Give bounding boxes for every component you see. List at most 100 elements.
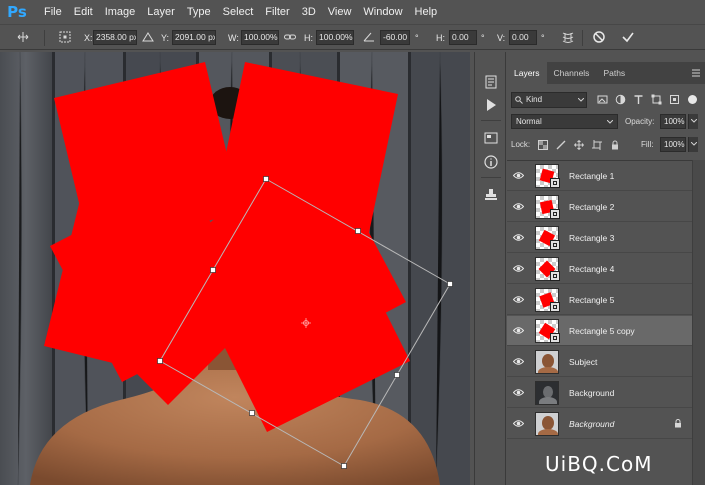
menu-view[interactable]: View (322, 0, 358, 24)
smart-object-icon (550, 302, 560, 312)
document-canvas[interactable] (0, 52, 470, 485)
lock-label: Lock: (511, 140, 531, 149)
fill-field[interactable]: 100% (660, 137, 686, 152)
layer-row[interactable]: Subject (507, 347, 692, 377)
smart-object-filter-icon[interactable] (669, 94, 680, 105)
layer-name[interactable]: Background (569, 378, 614, 408)
menu-help[interactable]: Help (409, 0, 444, 24)
width-field[interactable]: 100.00% (241, 30, 279, 45)
menu-filter[interactable]: Filter (259, 0, 295, 24)
layer-row[interactable]: Background (507, 409, 692, 439)
transform-handle[interactable] (210, 267, 216, 273)
layer-name[interactable]: Rectangle 3 (569, 223, 614, 253)
menu-image[interactable]: Image (99, 0, 142, 24)
filter-toggle-icon[interactable] (687, 94, 698, 105)
v-skew-label: V: (497, 33, 506, 43)
visibility-eye-icon[interactable] (513, 295, 524, 304)
y-label: Y: (161, 33, 170, 43)
lock-artboard-icon[interactable] (592, 140, 602, 150)
fill-dropdown[interactable] (688, 137, 698, 152)
v-skew-field[interactable]: 0.00 (509, 30, 537, 45)
commit-icon[interactable] (621, 30, 635, 44)
smart-object-icon (550, 178, 560, 188)
link-icon[interactable] (283, 30, 297, 44)
move-tool-icon[interactable] (16, 30, 30, 44)
kind-filter-label: Kind (526, 95, 543, 104)
shape-layer-filter-icon[interactable] (651, 94, 662, 105)
transform-handle[interactable] (263, 176, 269, 182)
transform-handle[interactable] (157, 358, 163, 364)
blend-mode-dropdown[interactable]: Normal (511, 114, 618, 129)
chevron-down-icon (691, 142, 697, 146)
adjustment-layer-filter-icon[interactable] (615, 94, 626, 105)
menu-type[interactable]: Type (181, 0, 217, 24)
y-position-field[interactable]: 2091.00 px (172, 30, 216, 45)
layer-name[interactable]: Background (569, 409, 614, 439)
app-logo: Ps (7, 3, 27, 21)
menu-edit[interactable]: Edit (68, 0, 99, 24)
warp-icon[interactable] (561, 30, 575, 44)
clone-source-icon[interactable] (483, 186, 499, 202)
reference-point-icon[interactable] (58, 30, 72, 44)
layer-row[interactable]: Rectangle 5 (507, 285, 692, 315)
layer-row[interactable]: Background (507, 378, 692, 408)
info-icon[interactable] (483, 154, 499, 170)
layer-name[interactable]: Rectangle 5 (569, 285, 614, 315)
layer-name[interactable]: Rectangle 4 (569, 254, 614, 284)
visibility-eye-icon[interactable] (513, 388, 524, 397)
menu-file[interactable]: File (38, 0, 68, 24)
transform-handle[interactable] (447, 281, 453, 287)
visibility-eye-icon[interactable] (513, 326, 524, 335)
visibility-eye-icon[interactable] (513, 264, 524, 273)
lock-position-icon[interactable] (574, 140, 584, 150)
visibility-eye-icon[interactable] (513, 202, 524, 211)
x-position-field[interactable]: 2358.00 px (93, 30, 137, 45)
layer-name[interactable]: Subject (569, 347, 597, 377)
menu-3d[interactable]: 3D (296, 0, 322, 24)
layer-row[interactable]: Rectangle 1 (507, 161, 692, 191)
opacity-field[interactable]: 100% (660, 114, 686, 129)
lock-image-pixels-icon[interactable] (556, 140, 566, 150)
menu-layer[interactable]: Layer (141, 0, 181, 24)
visibility-eye-icon[interactable] (513, 419, 524, 428)
visibility-eye-icon[interactable] (513, 233, 524, 242)
layer-row[interactable]: Rectangle 4 (507, 254, 692, 284)
transform-handle[interactable] (355, 228, 361, 234)
tab-layers[interactable]: Layers (507, 62, 547, 84)
angle-field[interactable]: -60.00 (380, 30, 410, 45)
tab-paths[interactable]: Paths (596, 62, 632, 84)
h-skew-unit: ° (481, 33, 485, 43)
pixel-layer-filter-icon[interactable] (597, 94, 608, 105)
transform-handle[interactable] (394, 372, 400, 378)
layer-name[interactable]: Rectangle 2 (569, 192, 614, 222)
transform-handle[interactable] (341, 463, 347, 469)
transform-handle[interactable] (249, 410, 255, 416)
visibility-eye-icon[interactable] (513, 357, 524, 366)
menu-select[interactable]: Select (217, 0, 260, 24)
opacity-dropdown[interactable] (688, 114, 698, 129)
lock-transparent-pixels-icon[interactable] (538, 140, 548, 150)
layer-row[interactable]: Rectangle 2 (507, 192, 692, 222)
tab-channels[interactable]: Channels (547, 62, 597, 84)
delta-icon[interactable] (141, 30, 155, 44)
lock-all-icon[interactable] (610, 140, 620, 150)
canvas-artwork (0, 52, 470, 485)
panel-menu-icon[interactable] (691, 68, 701, 78)
layer-name[interactable]: Rectangle 5 copy (569, 316, 635, 346)
layer-lock-icon[interactable] (674, 419, 682, 428)
menu-window[interactable]: Window (357, 0, 408, 24)
layer-thumbnail (535, 381, 559, 405)
layer-name[interactable]: Rectangle 1 (569, 161, 614, 191)
cancel-icon[interactable] (592, 30, 606, 44)
angle-icon[interactable] (362, 30, 376, 44)
visibility-eye-icon[interactable] (513, 171, 524, 180)
history-icon[interactable] (483, 74, 499, 90)
actions-play-icon[interactable] (483, 97, 499, 113)
height-field[interactable]: 100.00% (316, 30, 354, 45)
layer-row[interactable]: Rectangle 3 (507, 223, 692, 253)
properties-icon[interactable] (483, 130, 499, 146)
h-skew-field[interactable]: 0.00 (449, 30, 477, 45)
layers-scrollbar[interactable] (692, 160, 705, 485)
layer-row[interactable]: Rectangle 5 copy (507, 316, 692, 346)
type-layer-filter-icon[interactable] (633, 94, 644, 105)
